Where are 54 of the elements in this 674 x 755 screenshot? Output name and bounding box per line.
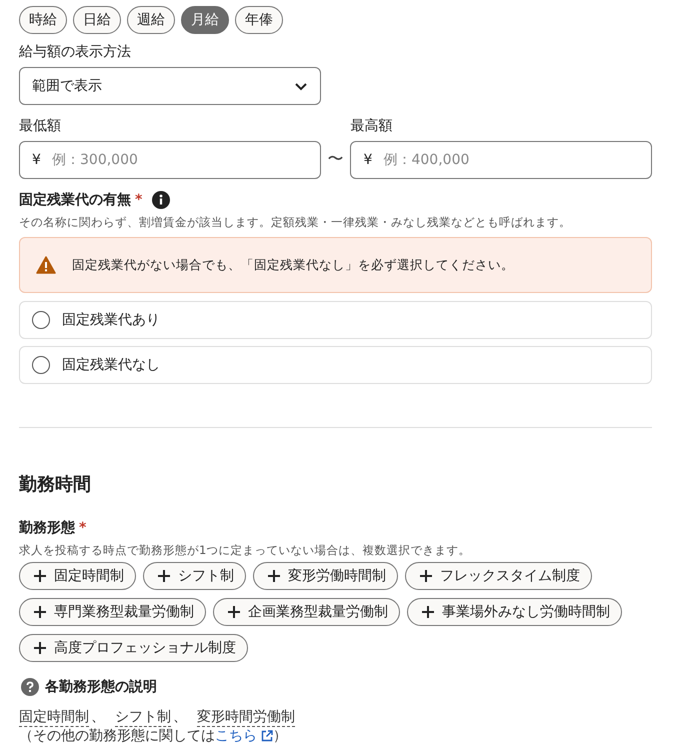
- pay-period-tab[interactable]: 時給: [19, 6, 67, 34]
- separator: 、: [91, 708, 105, 726]
- description-text: 求人を投稿する時点で勤務形態が1つに定まっていない場合は、複数選択できます。: [19, 543, 472, 558]
- work-style-chip[interactable]: 変形労働時間制: [253, 562, 398, 590]
- work-style-chip[interactable]: シフト制: [143, 562, 246, 590]
- work-style-chip[interactable]: 固定時間制: [19, 562, 136, 590]
- work-style-chip[interactable]: 企画業務型裁量労働制: [213, 598, 400, 626]
- section-label: 勤務形態: [19, 519, 75, 537]
- plus-icon: [34, 642, 46, 654]
- work-style-chip[interactable]: 高度プロフェッショナル制度: [19, 634, 248, 662]
- currency-symbol: ¥: [32, 151, 41, 169]
- plus-icon: [158, 570, 170, 582]
- radio-option[interactable]: 固定残業代あり: [19, 301, 652, 339]
- external-link-icon: [261, 730, 273, 742]
- plus-icon: [420, 570, 432, 582]
- field-label: 最高額: [350, 117, 394, 135]
- radio-button[interactable]: [32, 356, 50, 374]
- pay-period-tab[interactable]: 年俸: [235, 6, 283, 34]
- field-label: 給与額の表示方法: [19, 43, 132, 61]
- display-method-select[interactable]: 範囲で表示: [19, 67, 321, 105]
- pay-period-tab[interactable]: 週給: [127, 6, 175, 34]
- plus-icon: [422, 606, 434, 618]
- other-styles-link[interactable]: こちら: [215, 727, 273, 745]
- note-text: ）: [273, 727, 287, 745]
- explanation-title: 各勤務形態の説明: [45, 678, 157, 696]
- term-link[interactable]: 変形時間労働制: [197, 708, 295, 727]
- separator: 、: [173, 708, 187, 726]
- note-text: （その他の勤務形態に関しては: [19, 727, 215, 745]
- pay-period-tab[interactable]: 日給: [73, 6, 121, 34]
- info-icon: [152, 191, 170, 209]
- help-icon: [21, 678, 39, 696]
- field-label: 最低額: [19, 117, 62, 135]
- work-style-chip[interactable]: 専門業務型裁量労働制: [19, 598, 206, 626]
- plus-icon: [228, 606, 240, 618]
- term-link[interactable]: 固定時間制: [19, 708, 89, 727]
- section-heading: 勤務時間: [19, 473, 92, 497]
- term-link[interactable]: シフト制: [115, 708, 171, 727]
- work-style-chip[interactable]: フレックスタイム制度: [405, 562, 592, 590]
- description-text: その名称に関わらず、割増賃金が該当します。定額残業・一律残業・みなし残業などとも呼ばれます。: [19, 215, 572, 230]
- pay-period-tab[interactable]: 月給: [181, 6, 229, 34]
- plus-icon: [34, 606, 46, 618]
- chevron-down-icon: [294, 82, 308, 90]
- warning-icon: [36, 256, 56, 274]
- radio-button[interactable]: [32, 311, 50, 329]
- currency-symbol: ¥: [363, 151, 372, 169]
- radio-option[interactable]: 固定残業代なし: [19, 346, 652, 384]
- section-label: 固定残業代の有無: [19, 191, 131, 209]
- work-style-chip[interactable]: 事業場外みなし労働時間制: [407, 598, 622, 626]
- plus-icon: [268, 570, 280, 582]
- range-separator: 〜: [326, 148, 344, 170]
- alert-text: 固定残業代がない場合でも、「固定残業代なし」を必ず選択してください。: [72, 256, 514, 274]
- required-mark: *: [79, 520, 86, 536]
- plus-icon: [34, 570, 46, 582]
- required-mark: *: [135, 192, 142, 208]
